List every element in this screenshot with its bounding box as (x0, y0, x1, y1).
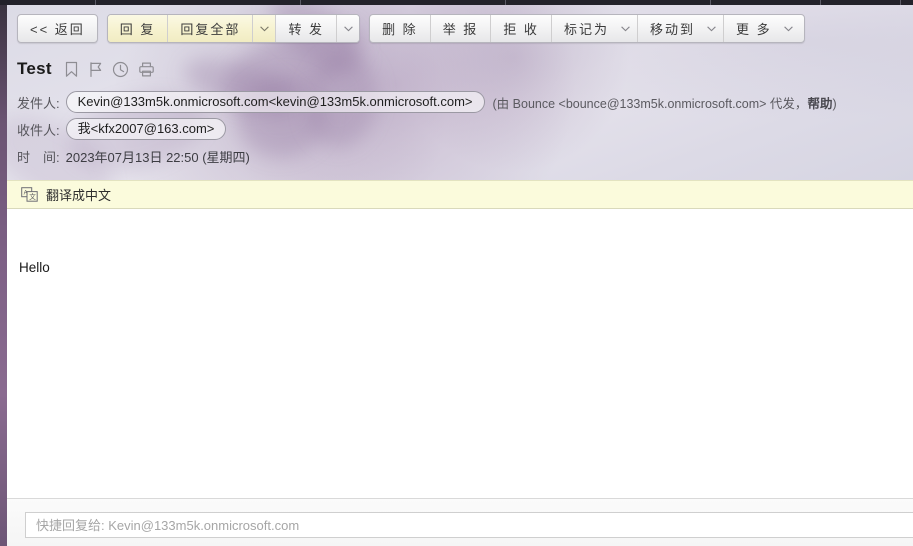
forward-button[interactable]: 转 发 (275, 15, 337, 42)
recipient-label: 收件人: (17, 122, 60, 138)
quick-reply-input[interactable] (25, 512, 913, 538)
back-button-group: << 返回 (17, 14, 98, 43)
bounce-help-link[interactable]: 帮助 (807, 97, 832, 111)
bounce-note-prefix: (由 Bounce <bounce@133m5k.onmicrosoft.com… (492, 96, 808, 111)
mail-toolbar: << 返回 回 复 回复全部 转 发 删 除 举 报 拒 收 标记为 移动到 更… (17, 14, 814, 43)
svg-text:A: A (24, 190, 28, 196)
sender-row: 发件人: Kevin@133m5k.onmicrosoft.com<kevin@… (17, 91, 837, 113)
page-title: Test (17, 59, 52, 78)
bounce-note-suffix: ) (832, 96, 837, 111)
reply-button[interactable]: 回 复 (107, 15, 168, 42)
more-dropdown-caret[interactable] (778, 15, 804, 42)
time-value: 2023年07月13日 22:50 (星期四) (65, 150, 250, 165)
recipient-address-pill[interactable]: 我<kfx2007@163.com> (65, 118, 227, 140)
chevron-down-icon (621, 25, 631, 31)
reply-button-group: 回 复 回复全部 转 发 (106, 14, 361, 43)
chevron-down-icon (260, 25, 269, 31)
left-accent-rail (0, 5, 7, 546)
translate-icon: A 文 (21, 187, 38, 202)
forward-dropdown-caret[interactable] (336, 15, 360, 42)
delete-button[interactable]: 删 除 (370, 15, 430, 42)
move-to-button[interactable]: 移动到 (636, 15, 701, 42)
clock-icon[interactable] (112, 61, 129, 78)
mark-as-dropdown-caret[interactable] (615, 15, 637, 42)
sender-address-pill[interactable]: Kevin@133m5k.onmicrosoft.com<kevin@133m5… (65, 91, 485, 113)
svg-text:文: 文 (29, 192, 36, 201)
reply-all-dropdown-caret[interactable] (252, 15, 276, 42)
mark-as-button[interactable]: 标记为 (550, 15, 615, 42)
mail-body-panel: Hello (7, 210, 913, 498)
quick-reply-panel (7, 498, 913, 546)
print-icon[interactable] (138, 61, 155, 78)
reply-all-button[interactable]: 回复全部 (167, 15, 253, 42)
back-button[interactable]: << 返回 (18, 15, 97, 42)
flag-icon[interactable] (88, 61, 103, 78)
subject-row: Test (17, 59, 164, 79)
move-to-dropdown-caret[interactable] (701, 15, 723, 42)
reject-button[interactable]: 拒 收 (490, 15, 551, 42)
translate-banner[interactable]: A 文 翻译成中文 (7, 180, 913, 209)
chevron-down-icon (343, 25, 353, 31)
time-label: 时 间: (17, 150, 60, 165)
translate-label: 翻译成中文 (46, 188, 112, 203)
chevron-down-icon (784, 25, 793, 31)
bookmark-icon[interactable] (64, 61, 79, 78)
mail-body-text: Hello (19, 260, 50, 275)
report-button[interactable]: 举 报 (429, 15, 491, 42)
sender-bounce-note: (由 Bounce <bounce@133m5k.onmicrosoft.com… (493, 93, 837, 112)
recipient-row: 收件人: 我<kfx2007@163.com> (17, 118, 227, 140)
time-row: 时 间: 2023年07月13日 22:50 (星期四) (17, 147, 250, 166)
action-button-group: 删 除 举 报 拒 收 标记为 移动到 更 多 (369, 14, 805, 43)
more-button[interactable]: 更 多 (722, 15, 778, 42)
sender-label: 发件人: (17, 95, 60, 111)
chevron-down-icon (707, 25, 717, 31)
